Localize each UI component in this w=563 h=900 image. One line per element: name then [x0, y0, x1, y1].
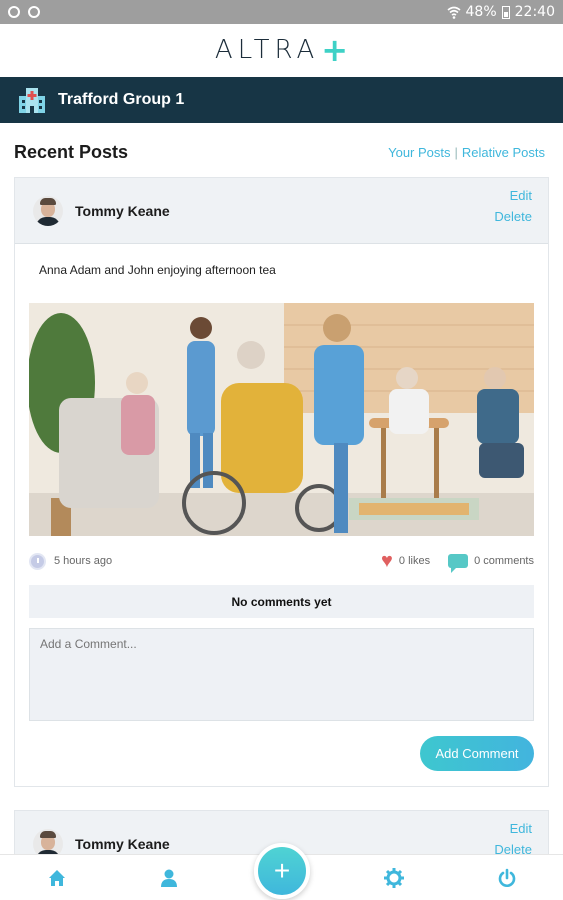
post-meta: 5 hours ago ♥ 0 likes 0 comments	[29, 550, 534, 573]
post-filter-links: Your Posts | Relative Posts	[388, 145, 545, 160]
chat-notification-icon	[28, 6, 40, 18]
delete-link[interactable]: Delete	[494, 209, 532, 224]
edit-link[interactable]: Edit	[510, 188, 532, 203]
power-icon[interactable]	[494, 865, 520, 891]
hospital-icon	[16, 85, 48, 115]
wifi-icon	[447, 6, 461, 19]
logo-text: ALTRA	[214, 35, 320, 65]
add-post-button[interactable]: +	[254, 843, 310, 899]
group-bar[interactable]: Trafford Group 1	[0, 77, 563, 123]
comment-icon[interactable]	[448, 554, 469, 573]
status-bar: 48% 22:40	[0, 0, 563, 24]
comments-count[interactable]: 0 comments	[474, 555, 534, 567]
clock-icon	[29, 552, 46, 570]
recent-posts-header: Recent Posts Your Posts | Relative Posts	[14, 138, 545, 166]
no-comments-banner: No comments yet	[29, 585, 534, 618]
avatar	[33, 195, 63, 226]
group-title: Trafford Group 1	[58, 91, 185, 108]
link-separator: |	[454, 144, 458, 160]
heart-icon[interactable]: ♥	[381, 551, 393, 571]
app-logo: ALTRA +	[215, 31, 348, 69]
post-photo[interactable]	[29, 303, 534, 536]
post-author: Tommy Keane	[75, 835, 170, 852]
logo-plus-icon: +	[321, 31, 349, 69]
post-actions: Edit Delete	[494, 188, 532, 224]
profile-icon[interactable]	[156, 865, 182, 891]
post-card: Tommy Keane Edit Delete Anna Adam and Jo…	[14, 177, 549, 787]
battery-percent: 48%	[465, 4, 497, 20]
add-comment-button[interactable]: Add Comment	[420, 736, 534, 771]
your-posts-link[interactable]: Your Posts	[388, 145, 450, 160]
app-header: ALTRA +	[0, 24, 563, 76]
notification-icon	[8, 6, 20, 18]
likes-count[interactable]: 0 likes	[399, 555, 430, 567]
clock-time: 22:40	[514, 4, 555, 20]
section-title: Recent Posts	[14, 141, 129, 162]
post-time: 5 hours ago	[54, 555, 113, 567]
post-actions: Edit Delete	[494, 821, 532, 857]
home-icon[interactable]	[44, 865, 70, 891]
post-header: Tommy Keane Edit Delete	[15, 178, 548, 244]
post-text: Anna Adam and John enjoying afternoon te…	[39, 263, 276, 277]
relative-posts-link[interactable]: Relative Posts	[462, 145, 545, 160]
post-author: Tommy Keane	[75, 202, 170, 219]
settings-icon[interactable]	[381, 865, 407, 891]
comment-input[interactable]	[29, 628, 534, 721]
battery-icon	[501, 5, 510, 19]
edit-link[interactable]: Edit	[510, 821, 532, 836]
